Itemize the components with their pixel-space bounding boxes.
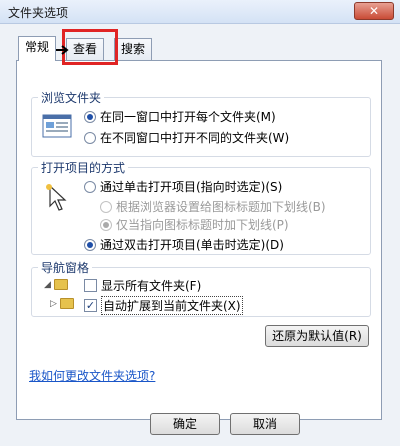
open-items-group: 打开项目的方式 通过单击打开项目(指向时选定)(S) 根据浏览器设置给图标标题加…	[31, 159, 371, 255]
window-title: 文件夹选项	[8, 6, 69, 20]
folder-icon	[60, 298, 74, 309]
show-all-folders-option[interactable]: 显示所有文件夹(F)	[84, 277, 201, 294]
window-layout-icon	[42, 114, 72, 140]
tab-search-label: 搜索	[121, 42, 146, 56]
checkbox-auto-expand[interactable]: ✓	[84, 299, 97, 312]
tab-general[interactable]: 常规	[18, 36, 57, 61]
open-same-window-label: 在同一窗口中打开每个文件夹(M)	[100, 110, 276, 124]
open-new-window-label: 在不同窗口中打开不同的文件夹(W)	[100, 131, 290, 145]
underline-browser-option[interactable]: 根据浏览器设置给图标标题加下划线(B)	[100, 198, 326, 215]
double-click-label: 通过双击打开项目(单击时选定)(D)	[100, 238, 284, 252]
underline-point-option[interactable]: 仅当指向图标标题时加下划线(P)	[100, 216, 289, 233]
browse-folders-title: 浏览文件夹	[38, 89, 105, 106]
single-click-label: 通过单击打开项目(指向时选定)(S)	[100, 180, 283, 194]
tab-view[interactable]: 查看	[66, 38, 105, 60]
radio-single-click[interactable]	[84, 180, 96, 193]
browse-folders-group: 浏览文件夹 在同一窗口中打开每个文件夹(M) 在不同窗口中打开不同的文件夹(W)	[31, 89, 371, 157]
cancel-button[interactable]: 取消	[230, 413, 300, 435]
radio-open-same-window[interactable]	[84, 110, 96, 123]
auto-expand-label: 自动扩展到当前文件夹(X)	[101, 296, 243, 315]
underline-browser-label: 根据浏览器设置给图标标题加下划线(B)	[116, 200, 326, 214]
restore-defaults-label: 还原为默认值(R)	[272, 329, 362, 343]
navigation-pane-title: 导航窗格	[38, 259, 93, 276]
close-button[interactable]: ✕	[354, 2, 394, 20]
radio-underline-point[interactable]	[100, 218, 112, 231]
checkbox-show-all-folders[interactable]	[84, 279, 97, 292]
folder-icon	[54, 279, 68, 290]
tree-collapsed-arrow-icon: ▷	[50, 299, 57, 309]
tree-expanded-arrow-icon: ◢	[44, 280, 51, 290]
help-link[interactable]: 我如何更改文件夹选项?	[29, 367, 155, 384]
single-click-option[interactable]: 通过单击打开项目(指向时选定)(S)	[84, 178, 282, 195]
navigation-pane-group: 导航窗格 ◢ ▷ 显示所有文件夹(F) ✓ 自动扩展到当前文件夹(X)	[31, 259, 371, 317]
double-click-option[interactable]: 通过双击打开项目(单击时选定)(D)	[84, 236, 284, 253]
ok-label: 确定	[172, 417, 197, 431]
dialog-body: 常规 查看 搜索 浏览文件夹 在同一窗口中打开每个文件夹(M) 在不同窗口中打开…	[0, 24, 400, 446]
title-bar: 文件夹选项 ✕	[0, 0, 400, 24]
show-all-folders-label: 显示所有文件夹(F)	[101, 279, 202, 293]
open-new-window-option[interactable]: 在不同窗口中打开不同的文件夹(W)	[84, 129, 289, 146]
radio-open-new-window[interactable]	[84, 131, 96, 144]
restore-defaults-button[interactable]: 还原为默认值(R)	[265, 325, 369, 347]
auto-expand-option[interactable]: ✓ 自动扩展到当前文件夹(X)	[84, 296, 243, 315]
cancel-label: 取消	[252, 417, 277, 431]
tab-view-label: 查看	[73, 42, 98, 56]
cursor-click-icon	[44, 182, 74, 211]
tab-search[interactable]: 搜索	[114, 38, 153, 60]
annotation-arrow-icon	[56, 44, 70, 58]
open-items-title: 打开项目的方式	[38, 159, 129, 176]
tab-general-label: 常规	[25, 40, 50, 54]
open-same-window-option[interactable]: 在同一窗口中打开每个文件夹(M)	[84, 108, 276, 125]
ok-button[interactable]: 确定	[150, 413, 220, 435]
radio-underline-browser[interactable]	[100, 200, 112, 213]
radio-double-click[interactable]	[84, 238, 96, 251]
tab-panel-general: 浏览文件夹 在同一窗口中打开每个文件夹(M) 在不同窗口中打开不同的文件夹(W)	[16, 60, 382, 420]
underline-point-label: 仅当指向图标标题时加下划线(P)	[116, 218, 289, 232]
close-icon: ✕	[368, 4, 380, 18]
